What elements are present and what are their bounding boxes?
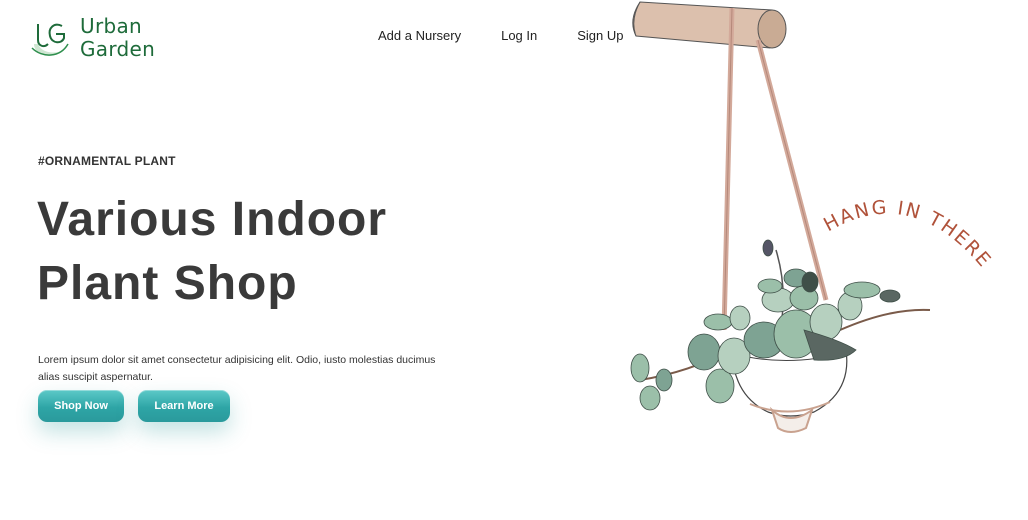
hero-title-line2: Plant Shop xyxy=(37,257,298,310)
wooden-rod-icon xyxy=(632,1,787,49)
caption-text: HANG IN THERE xyxy=(820,196,994,272)
brand-name: Urban Garden xyxy=(80,15,155,61)
learn-more-button[interactable]: Learn More xyxy=(138,390,230,422)
nav-login-link[interactable]: Log In xyxy=(501,28,537,43)
shop-now-button[interactable]: Shop Now xyxy=(38,390,124,422)
ug-logo-icon xyxy=(31,23,69,56)
brand-logo[interactable]: Urban Garden xyxy=(28,14,155,62)
hero-title: Various Indoor Plant Shop xyxy=(37,188,387,316)
illustration-caption: HANG IN THERE xyxy=(820,196,996,272)
hero-title-line1: Various Indoor xyxy=(37,193,388,246)
brand-name-line1: Urban xyxy=(80,14,142,38)
hero-description: Lorem ipsum dolor sit amet consectetur a… xyxy=(38,353,436,383)
hero-tag: #ORNAMENTAL PLANT xyxy=(38,154,176,168)
brand-name-line2: Garden xyxy=(80,37,156,61)
hanging-plant-illustration: HANG IN THERE xyxy=(630,1,996,433)
main-nav: Add a Nursery Log In Sign Up xyxy=(378,28,624,43)
nav-add-nursery-link[interactable]: Add a Nursery xyxy=(378,28,461,43)
